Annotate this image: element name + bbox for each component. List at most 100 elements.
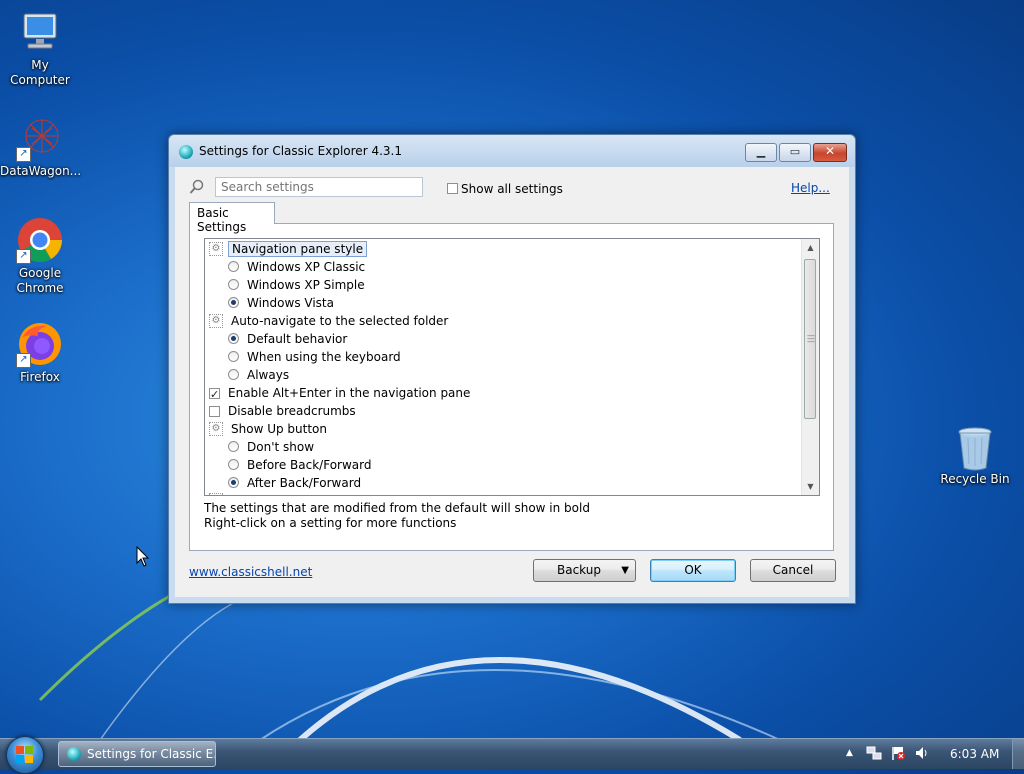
mouse-cursor-icon: [136, 546, 150, 567]
setting-row-radio[interactable]: Windows XP Simple: [228, 276, 365, 294]
setting-label: Don't show: [247, 440, 315, 454]
desktop-icon-label: Google Chrome: [16, 266, 64, 295]
minimize-icon: ▁: [756, 145, 766, 158]
setting-label: Enable Alt+Enter in the navigation pane: [228, 386, 471, 400]
setting-row-group[interactable]: ⚙ Auto-navigate to the selected folder: [209, 312, 448, 330]
cancel-button[interactable]: Cancel: [750, 559, 836, 582]
search-icon: [189, 179, 205, 195]
radio-button[interactable]: [228, 261, 239, 272]
network-icon[interactable]: [866, 745, 882, 764]
gear-icon: ⚙: [209, 313, 223, 328]
partial-row: ⚙: [209, 491, 223, 495]
desktop-icon-google-chrome[interactable]: ↗ Google Chrome: [0, 216, 80, 296]
shortcut-arrow-icon: ↗: [16, 353, 31, 368]
tab-panel: ⚙ Navigation pane style Windows XP Classic…: [189, 223, 834, 551]
desktop-icon-firefox[interactable]: ↗ Firefox: [0, 320, 80, 385]
help-link[interactable]: Help...: [791, 181, 830, 195]
desktop-icon-label: DataWagon...: [0, 164, 82, 178]
dialog-titlebar[interactable]: Settings for Classic Explorer 4.3.1 ▁ ▭ …: [169, 135, 855, 167]
setting-row-radio[interactable]: Don't show: [228, 438, 314, 456]
info-line-2: Right-click on a setting for more functi…: [204, 516, 457, 530]
ok-button[interactable]: OK: [650, 559, 736, 582]
maximize-icon: ▭: [789, 145, 801, 158]
show-hidden-icons-icon[interactable]: ▲: [846, 748, 853, 758]
setting-label: Windows XP Simple: [247, 278, 365, 292]
checkbox[interactable]: [209, 406, 220, 417]
gear-icon: ⚙: [209, 241, 223, 256]
tab-basic-settings[interactable]: Basic Settings: [189, 202, 275, 234]
shortcut-arrow-icon: ↗: [16, 147, 31, 162]
system-clock[interactable]: 6:03 AM: [950, 747, 999, 761]
show-all-settings-label: Show all settings: [461, 181, 563, 196]
setting-row-checkbox[interactable]: Disable breadcrumbs: [209, 402, 356, 420]
taskbar-item-label: Settings for Classic E...: [87, 747, 216, 761]
backup-button[interactable]: Backup ▼: [533, 559, 636, 582]
search-input[interactable]: [215, 177, 423, 197]
maximize-button[interactable]: ▭: [779, 143, 811, 162]
radio-button[interactable]: [228, 477, 239, 488]
dialog-client: Show all settings Help... Basic Settings…: [175, 167, 849, 597]
setting-row-radio[interactable]: Before Back/Forward: [228, 456, 371, 474]
radio-button[interactable]: [228, 369, 239, 380]
minimize-button[interactable]: ▁: [745, 143, 777, 162]
setting-label: When using the keyboard: [247, 350, 401, 364]
datawagon-icon: ↗: [16, 114, 64, 162]
classicshell-website-link[interactable]: www.classicshell.net: [189, 565, 312, 579]
grip-icon: — — —: [807, 331, 815, 346]
scroll-up-arrow-icon[interactable]: ▲: [802, 239, 819, 256]
setting-label: Show Up button: [231, 422, 327, 436]
radio-button[interactable]: [228, 351, 239, 362]
radio-button[interactable]: [228, 441, 239, 452]
show-all-settings-checkbox[interactable]: Show all settings: [447, 181, 563, 196]
setting-row-radio[interactable]: Default behavior: [228, 330, 347, 348]
close-button[interactable]: ✕: [813, 143, 847, 162]
setting-row-radio[interactable]: Windows XP Classic: [228, 258, 365, 276]
show-desktop-button[interactable]: [1012, 739, 1024, 769]
radio-button[interactable]: [228, 333, 239, 344]
setting-row-radio[interactable]: When using the keyboard: [228, 348, 401, 366]
settings-dialog: Settings for Classic Explorer 4.3.1 ▁ ▭ …: [168, 134, 856, 604]
desktop-icon-recycle-bin[interactable]: Recycle Bin: [935, 426, 1015, 487]
setting-label: Auto-navigate to the selected folder: [231, 314, 449, 328]
backup-button-label: Backup: [557, 563, 601, 577]
taskbar-item-settings[interactable]: Settings for Classic E...: [58, 741, 216, 767]
windows-logo-icon: [16, 746, 34, 764]
radio-button[interactable]: [228, 459, 239, 470]
taskbar: Settings for Classic E... ▲ 6:03 AM: [0, 736, 1024, 774]
setting-row-group[interactable]: ⚙ Navigation pane style: [209, 240, 368, 258]
scrollbar-thumb[interactable]: — — —: [804, 259, 816, 419]
settings-tree[interactable]: ⚙ Navigation pane style Windows XP Classic…: [204, 238, 820, 496]
scroll-down-arrow-icon[interactable]: ▼: [802, 478, 819, 495]
setting-row-radio[interactable]: After Back/Forward: [228, 474, 361, 492]
setting-label: Windows XP Classic: [247, 260, 366, 274]
volume-icon[interactable]: [914, 745, 930, 764]
gear-icon: ⚙: [209, 421, 223, 436]
radio-button[interactable]: [228, 297, 239, 308]
chrome-icon: ↗: [16, 216, 64, 264]
shortcut-arrow-icon: ↗: [16, 249, 31, 264]
action-center-flag-icon[interactable]: [890, 745, 906, 764]
classic-shell-icon: [179, 145, 193, 159]
setting-row-group[interactable]: ⚙ Show Up button: [209, 420, 327, 438]
setting-row-radio[interactable]: Always: [228, 366, 289, 384]
desktop-icon-label: Firefox: [20, 370, 60, 384]
computer-icon: [16, 8, 64, 56]
checkbox[interactable]: [209, 386, 220, 404]
close-icon: ✕: [824, 144, 836, 158]
setting-row-radio[interactable]: Windows Vista: [228, 294, 334, 312]
classic-shell-icon: [67, 747, 81, 761]
desktop-icon-label: Recycle Bin: [940, 472, 1010, 486]
gear-icon: ⚙: [209, 492, 223, 495]
firefox-icon: ↗: [16, 320, 64, 368]
start-button[interactable]: [6, 736, 44, 774]
desktop-icon-datawagon[interactable]: ↗ DataWagon...: [0, 114, 82, 179]
setting-label: Always: [247, 368, 290, 382]
dropdown-arrow-icon: ▼: [621, 565, 629, 576]
radio-button[interactable]: [228, 279, 239, 290]
setting-label: Windows Vista: [247, 296, 334, 310]
vertical-scrollbar[interactable]: ▲ — — — ▼: [801, 239, 819, 495]
setting-row-checkbox[interactable]: Enable Alt+Enter in the navigation pane: [209, 384, 471, 404]
desktop-icon-my-computer[interactable]: My Computer: [0, 8, 80, 88]
setting-label: Navigation pane style: [228, 241, 368, 257]
info-text: The settings that are modified from the …: [204, 501, 590, 531]
